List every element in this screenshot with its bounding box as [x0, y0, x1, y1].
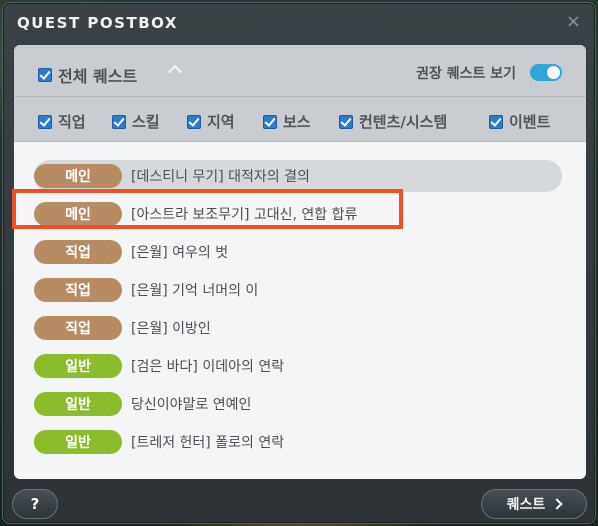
filter-label: 직업: [58, 113, 86, 131]
filter-region[interactable]: 지역: [187, 111, 235, 132]
all-quests-label: 전체 퀘스트: [58, 67, 138, 86]
quest-item[interactable]: 일반 [검은 바다] 이데아의 연락: [34, 350, 562, 382]
window-title: QUEST POSTBOX: [17, 14, 178, 32]
quest-title: [데스티니 무기] 대적자의 결의: [131, 169, 310, 185]
checkbox-checked-icon: [263, 114, 277, 129]
filter-skill[interactable]: 스킬: [112, 111, 160, 132]
quest-title: 당신이야말로 연예인: [131, 397, 252, 413]
category-filters: 직업 스킬 지역 보스 컨텐츠/시스템 이벤트: [14, 97, 586, 142]
quest-type-badge: 직업: [34, 240, 122, 264]
quest-title: [트레저 헌터] 폴로의 연락: [131, 435, 285, 451]
checkbox-checked-icon: [38, 114, 52, 129]
quest-type-badge: 일반: [34, 430, 122, 454]
quest-title: [은월] 기억 너머의 이: [131, 283, 259, 299]
filter-content-system[interactable]: 컨텐츠/시스템: [339, 111, 447, 132]
chevron-right-icon: [551, 498, 563, 510]
filter-label: 컨텐츠/시스템: [359, 113, 448, 131]
quest-title: [은월] 여우의 벗: [131, 245, 229, 261]
filter-job[interactable]: 직업: [38, 111, 86, 132]
checkbox-checked-icon: [339, 114, 353, 129]
highlight-box: [12, 189, 403, 229]
filter-label: 스킬: [132, 113, 160, 131]
help-button[interactable]: ?: [12, 489, 58, 519]
filter-event[interactable]: 이벤트: [489, 111, 550, 132]
all-quests-checkbox[interactable]: 전체 퀘스트: [38, 63, 137, 87]
filter-label: 이벤트: [509, 113, 551, 131]
filter-header: 전체 퀘스트 권장 퀘스트 보기: [14, 45, 586, 97]
checkbox-checked-icon: [38, 68, 52, 82]
quest-item[interactable]: 일반 [트레저 헌터] 폴로의 연락: [34, 426, 562, 458]
quest-button[interactable]: 퀘스트: [481, 489, 587, 519]
filter-label: 보스: [283, 113, 311, 131]
quest-item[interactable]: 메인 [데스티니 무기] 대적자의 결의: [34, 160, 562, 192]
quest-type-badge: 일반: [34, 354, 122, 378]
filter-boss[interactable]: 보스: [263, 111, 311, 132]
recommended-quests-label: 권장 퀘스트 보기: [416, 66, 516, 82]
quest-button-label: 퀘스트: [506, 497, 546, 513]
quest-type-badge: 직업: [34, 278, 122, 302]
recommended-quests-toggle[interactable]: [530, 64, 562, 81]
quest-title: [검은 바다] 이데아의 연락: [131, 359, 285, 375]
quest-type-badge: 직업: [34, 316, 122, 340]
quest-item[interactable]: 일반 당신이야말로 연예인: [34, 388, 562, 420]
filter-label: 지역: [207, 113, 235, 131]
quest-item[interactable]: 직업 [은월] 여우의 벗: [34, 236, 562, 268]
quest-postbox-window: QUEST POSTBOX × 전체 퀘스트 권장 퀘스트 보기 직업 스킬 지…: [2, 2, 596, 524]
quest-item[interactable]: 직업 [은월] 기억 너머의 이: [34, 274, 562, 306]
quest-item[interactable]: 직업 [은월] 이방인: [34, 312, 562, 344]
quest-title: [은월] 이방인: [131, 321, 211, 337]
close-icon[interactable]: ×: [566, 11, 581, 32]
quest-type-badge: 메인: [34, 164, 122, 188]
quest-type-badge: 일반: [34, 392, 122, 416]
quest-panel: 전체 퀘스트 권장 퀘스트 보기 직업 스킬 지역 보스 컨텐츠/시스템 이벤트…: [14, 45, 586, 479]
checkbox-checked-icon: [112, 114, 126, 129]
checkbox-checked-icon: [489, 114, 503, 129]
checkbox-checked-icon: [187, 114, 201, 129]
chevron-up-icon[interactable]: [167, 64, 183, 80]
toggle-knob: [547, 66, 560, 79]
